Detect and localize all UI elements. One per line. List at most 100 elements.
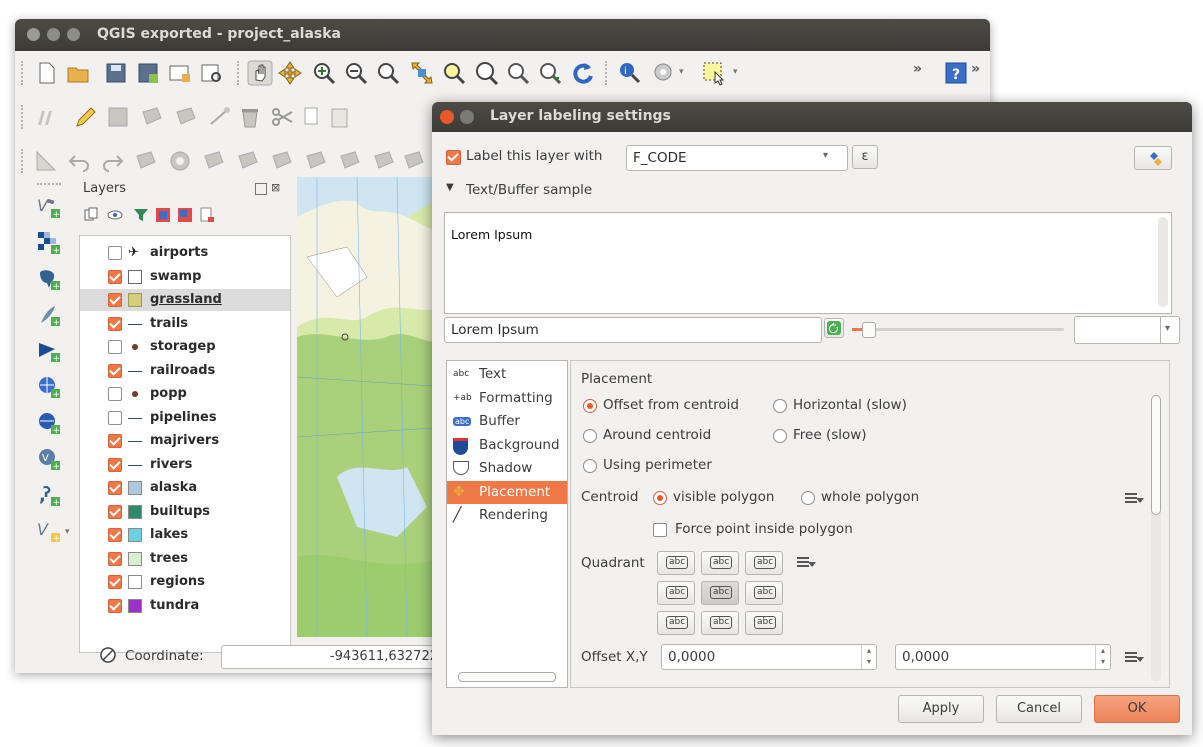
label-layer-checkbox[interactable]	[446, 150, 461, 165]
pan-to-selection-icon[interactable]	[277, 60, 303, 86]
paste-features-icon[interactable]	[327, 104, 353, 130]
layer-row[interactable]: builtups	[80, 501, 290, 523]
using-perimeter-radio[interactable]	[583, 459, 597, 473]
add-wms-layer-icon[interactable]: +	[37, 375, 61, 399]
ok-button[interactable]: OK	[1094, 695, 1180, 723]
apply-button[interactable]: Apply	[898, 695, 984, 723]
zoom-out-icon[interactable]	[343, 60, 369, 86]
add-raster-layer-icon[interactable]: +	[37, 231, 61, 255]
zoom-to-selection-icon[interactable]	[441, 60, 467, 86]
layer-visibility-checkbox[interactable]	[108, 481, 122, 495]
scrollbar-handle[interactable]	[458, 672, 556, 682]
new-print-composer-icon[interactable]	[167, 60, 193, 86]
layer-visibility-checkbox[interactable]	[108, 434, 122, 448]
manage-visibility-icon[interactable]	[107, 207, 125, 223]
layer-row[interactable]: trails	[80, 313, 290, 335]
expand-layers-icon[interactable]	[177, 207, 193, 223]
select-features-icon[interactable]	[701, 60, 727, 86]
window-maximize-button[interactable]	[67, 28, 80, 41]
fill-ring-icon[interactable]	[235, 148, 261, 174]
split-features-icon[interactable]	[401, 148, 427, 174]
expression-button[interactable]: ε	[852, 145, 878, 169]
open-project-icon[interactable]	[65, 60, 91, 86]
window-close-button[interactable]	[27, 28, 40, 41]
placement-scrollbar[interactable]	[1151, 395, 1161, 681]
add-mssql-layer-icon[interactable]: +	[37, 339, 61, 363]
slider-handle[interactable]	[862, 322, 876, 338]
layer-visibility-checkbox[interactable]	[108, 246, 122, 260]
force-point-inside-checkbox[interactable]	[653, 523, 667, 537]
quadrant-bottom-left-button[interactable]: abc	[657, 611, 695, 635]
identify-icon[interactable]: i	[617, 60, 643, 86]
dialog-close-button[interactable]	[440, 110, 454, 124]
quadrant-bottom-button[interactable]: abc	[701, 611, 739, 635]
add-spatialite-layer-icon[interactable]: +	[37, 303, 61, 327]
collapse-arrow-icon[interactable]: ▼	[446, 182, 454, 193]
offset-curve-icon[interactable]	[371, 148, 397, 174]
toolbar-grip[interactable]	[237, 61, 243, 85]
cancel-button[interactable]: Cancel	[996, 695, 1082, 723]
map-canvas[interactable]	[297, 177, 447, 637]
layer-visibility-checkbox[interactable]	[108, 293, 122, 307]
filter-legend-icon[interactable]	[133, 207, 149, 223]
current-edits-icon[interactable]	[33, 104, 59, 130]
sample-scrollbar[interactable]	[1158, 217, 1168, 307]
layer-visibility-checkbox[interactable]	[108, 575, 122, 589]
quadrant-top-right-button[interactable]: abc	[745, 551, 783, 575]
quadrant-bottom-right-button[interactable]: abc	[745, 611, 783, 635]
scrollbar-handle[interactable]	[1151, 395, 1161, 515]
reshape-features-icon[interactable]	[337, 148, 363, 174]
chevron-down-icon[interactable]: ▾	[679, 67, 684, 77]
float-panel-icon[interactable]	[255, 183, 267, 195]
new-project-icon[interactable]	[33, 60, 59, 86]
new-shapefile-layer-icon[interactable]: V +	[37, 519, 61, 543]
delete-ring-icon[interactable]	[269, 148, 295, 174]
layer-row[interactable]: rivers	[80, 454, 290, 476]
quadrant-center-button[interactable]: abc	[701, 581, 739, 605]
data-defined-override-icon[interactable]	[797, 555, 816, 569]
redo-icon[interactable]	[99, 148, 125, 174]
free-radio[interactable]	[773, 429, 787, 443]
category-text[interactable]: abc Text	[447, 363, 567, 386]
layer-row[interactable]: alaska	[80, 477, 290, 499]
enable-tracing-icon[interactable]	[33, 148, 59, 174]
around-centroid-radio[interactable]	[583, 429, 597, 443]
layer-row[interactable]: pipelines	[80, 407, 290, 429]
expand-all-icon[interactable]	[83, 207, 99, 223]
quadrant-left-button[interactable]: abc	[657, 581, 695, 605]
add-postgis-layer-icon[interactable]: +	[37, 267, 61, 291]
data-defined-override-icon[interactable]	[1125, 650, 1144, 664]
node-tool-icon[interactable]	[207, 104, 233, 130]
close-panel-icon[interactable]: ⊠	[271, 181, 280, 194]
refresh-icon[interactable]	[569, 60, 595, 86]
layer-row[interactable]: lakes	[80, 524, 290, 546]
zoom-native-icon[interactable]	[375, 60, 401, 86]
chevron-down-icon[interactable]: ▾	[733, 67, 738, 77]
zoom-last-icon[interactable]	[505, 60, 531, 86]
add-vector-layer-icon[interactable]: V +	[37, 195, 61, 219]
add-delimited-text-layer-icon[interactable]: ,ʔ+	[37, 483, 61, 507]
composer-manager-icon[interactable]	[199, 60, 225, 86]
data-defined-override-icon[interactable]	[1125, 491, 1144, 505]
delete-part-icon[interactable]	[303, 148, 329, 174]
whole-polygon-radio[interactable]	[801, 491, 815, 505]
undo-icon[interactable]	[67, 148, 93, 174]
layer-row[interactable]: railroads	[80, 360, 290, 382]
add-wfs-layer-icon[interactable]: V+	[37, 447, 61, 471]
coordinate-toggle-icon[interactable]	[99, 646, 117, 664]
help-icon[interactable]: ?	[943, 60, 969, 86]
offset-from-centroid-radio[interactable]	[583, 399, 597, 413]
toggle-editing-icon[interactable]	[71, 104, 97, 130]
remove-layer-icon[interactable]	[199, 207, 215, 223]
sample-scale-slider[interactable]	[852, 322, 1064, 338]
add-part-icon[interactable]	[201, 148, 227, 174]
zoom-to-layer-icon[interactable]	[473, 60, 499, 86]
sample-text-input[interactable]: Lorem Ipsum	[444, 317, 822, 343]
automated-placement-button[interactable]	[1134, 146, 1172, 170]
coordinate-field[interactable]: -943611,632722	[221, 645, 443, 669]
add-wcs-layer-icon[interactable]: +	[37, 411, 61, 435]
layer-visibility-checkbox[interactable]	[108, 504, 122, 519]
layer-row[interactable]: popp	[80, 383, 290, 405]
toolbar-grip[interactable]	[21, 105, 27, 129]
layer-visibility-checkbox[interactable]	[108, 387, 122, 401]
